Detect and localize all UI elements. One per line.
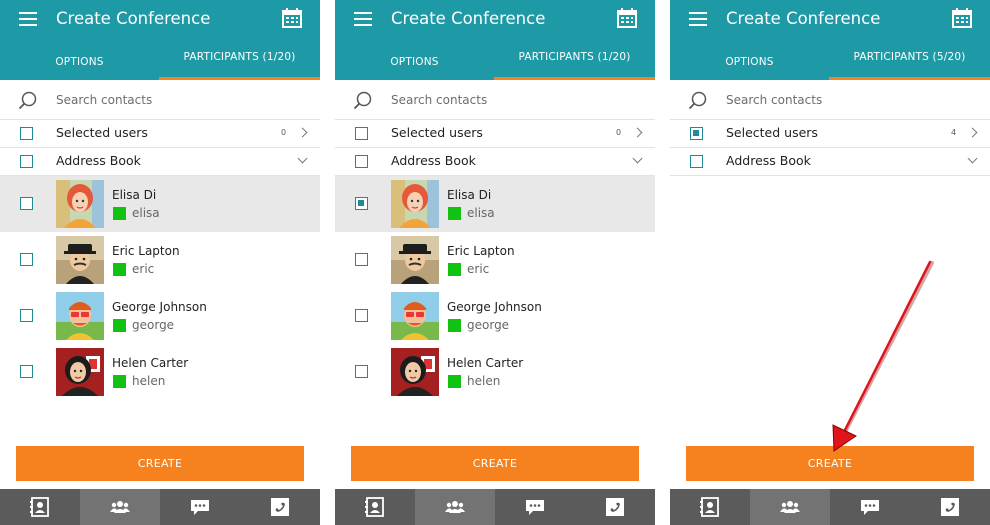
annotation-arrow-icon [832, 260, 934, 452]
